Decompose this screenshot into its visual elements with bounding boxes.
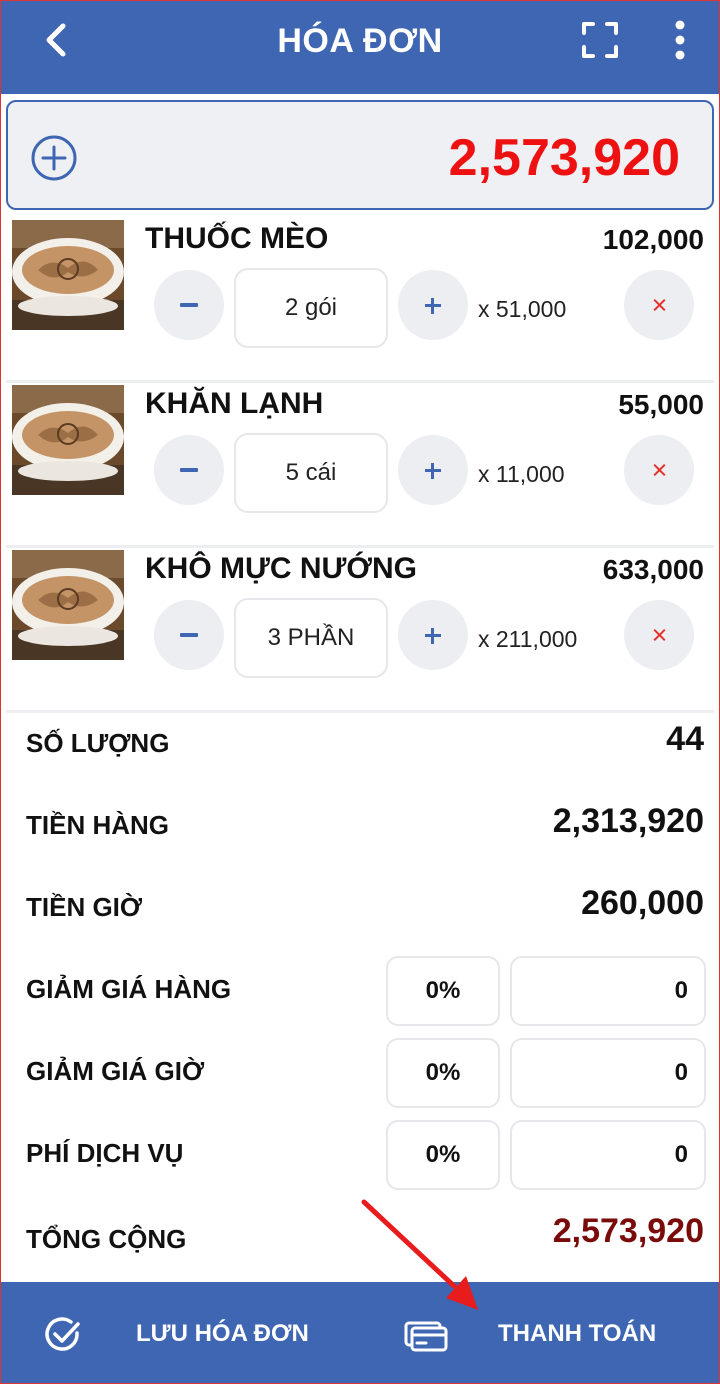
- unit-price: x 11,000: [478, 461, 565, 487]
- summary-label: SỐ LƯỢNG: [26, 728, 170, 758]
- save-invoice-label: LƯU HÓA ĐƠN: [136, 1320, 309, 1347]
- quantity-field[interactable]: 3 PHẦN: [234, 598, 388, 678]
- item-name: THUỐC MÈO: [145, 222, 329, 255]
- time-discount-row: GIẢM GIÁ GIỜ 0% 0: [0, 1038, 720, 1108]
- item-name: KHÔ MỰC NƯỚNG: [145, 552, 418, 585]
- summary-label: TỔNG CỘNG: [26, 1224, 187, 1254]
- item-price: 633,000: [602, 554, 704, 585]
- invoice-total-amount: 2,573,920: [448, 129, 680, 187]
- decrease-quantity-button[interactable]: [154, 435, 224, 505]
- bottom-action-bar: LƯU HÓA ĐƠN THANH TOÁN: [0, 1282, 720, 1384]
- pay-button[interactable]: THANH TOÁN: [360, 1282, 720, 1384]
- list-item: KHÔ MỰC NƯỚNG 633,000 3 PHẦN x 211,000: [0, 548, 720, 713]
- increase-quantity-button[interactable]: [398, 600, 468, 670]
- item-price: 102,000: [602, 224, 704, 255]
- unit-price: x 211,000: [478, 626, 578, 652]
- summary-value: 2,313,920: [552, 802, 704, 840]
- more-vertical-icon[interactable]: [662, 16, 698, 64]
- goods-discount-row: GIẢM GIÁ HÀNG 0% 0: [0, 956, 720, 1026]
- goods-discount-percent-input[interactable]: 0%: [386, 956, 500, 1026]
- product-thumbnail: [12, 550, 124, 660]
- save-invoice-button[interactable]: LƯU HÓA ĐƠN: [0, 1282, 360, 1384]
- increase-quantity-button[interactable]: [398, 435, 468, 505]
- goods-discount-amount-input[interactable]: 0: [510, 956, 706, 1026]
- decrease-quantity-button[interactable]: [154, 270, 224, 340]
- summary-value: 260,000: [581, 884, 704, 922]
- summary-time-row: TIỀN GIỜ 260,000: [0, 874, 720, 944]
- summary-label: GIẢM GIÁ HÀNG: [26, 974, 232, 1004]
- remove-item-button[interactable]: [624, 435, 694, 505]
- summary-quantity-row: SỐ LƯỢNG 44: [0, 710, 720, 780]
- service-fee-row: PHÍ DỊCH VỤ 0% 0: [0, 1120, 720, 1190]
- product-thumbnail: [12, 220, 124, 330]
- summary-label: TIỀN HÀNG: [26, 810, 169, 840]
- invoice-total-bar: 2,573,920: [6, 100, 714, 210]
- decrease-quantity-button[interactable]: [154, 600, 224, 670]
- pay-label: THANH TOÁN: [498, 1320, 657, 1347]
- summary-label: TIỀN GIỜ: [26, 892, 143, 922]
- quantity-field[interactable]: 5 cái: [234, 433, 388, 513]
- fullscreen-icon[interactable]: [578, 18, 622, 62]
- summary-value: 44: [666, 720, 704, 758]
- item-name: KHĂN LẠNH: [145, 387, 324, 420]
- grand-total-row: TỔNG CỘNG 2,573,920: [0, 1206, 720, 1276]
- remove-item-button[interactable]: [624, 600, 694, 670]
- product-thumbnail: [12, 385, 124, 495]
- add-item-plus-circle-icon[interactable]: [30, 134, 78, 182]
- remove-item-button[interactable]: [624, 270, 694, 340]
- summary-label: PHÍ DỊCH VỤ: [26, 1138, 184, 1168]
- list-item: THUỐC MÈO 102,000 2 gói x 51,000: [0, 218, 720, 383]
- summary-goods-row: TIỀN HÀNG 2,313,920: [0, 792, 720, 862]
- check-circle-icon: [45, 1317, 80, 1351]
- credit-card-icon: [404, 1321, 448, 1352]
- service-fee-amount-input[interactable]: 0: [510, 1120, 706, 1190]
- app-bar: HÓA ĐƠN: [0, 0, 720, 94]
- time-discount-amount-input[interactable]: 0: [510, 1038, 706, 1108]
- service-fee-percent-input[interactable]: 0%: [386, 1120, 500, 1190]
- grand-total-value: 2,573,920: [552, 1212, 704, 1250]
- quantity-field[interactable]: 2 gói: [234, 268, 388, 348]
- summary-label: GIẢM GIÁ GIỜ: [26, 1056, 205, 1086]
- time-discount-percent-input[interactable]: 0%: [386, 1038, 500, 1108]
- unit-price: x 51,000: [478, 296, 567, 322]
- item-price: 55,000: [618, 389, 704, 420]
- list-item: KHĂN LẠNH 55,000 5 cái x 11,000: [0, 383, 720, 548]
- increase-quantity-button[interactable]: [398, 270, 468, 340]
